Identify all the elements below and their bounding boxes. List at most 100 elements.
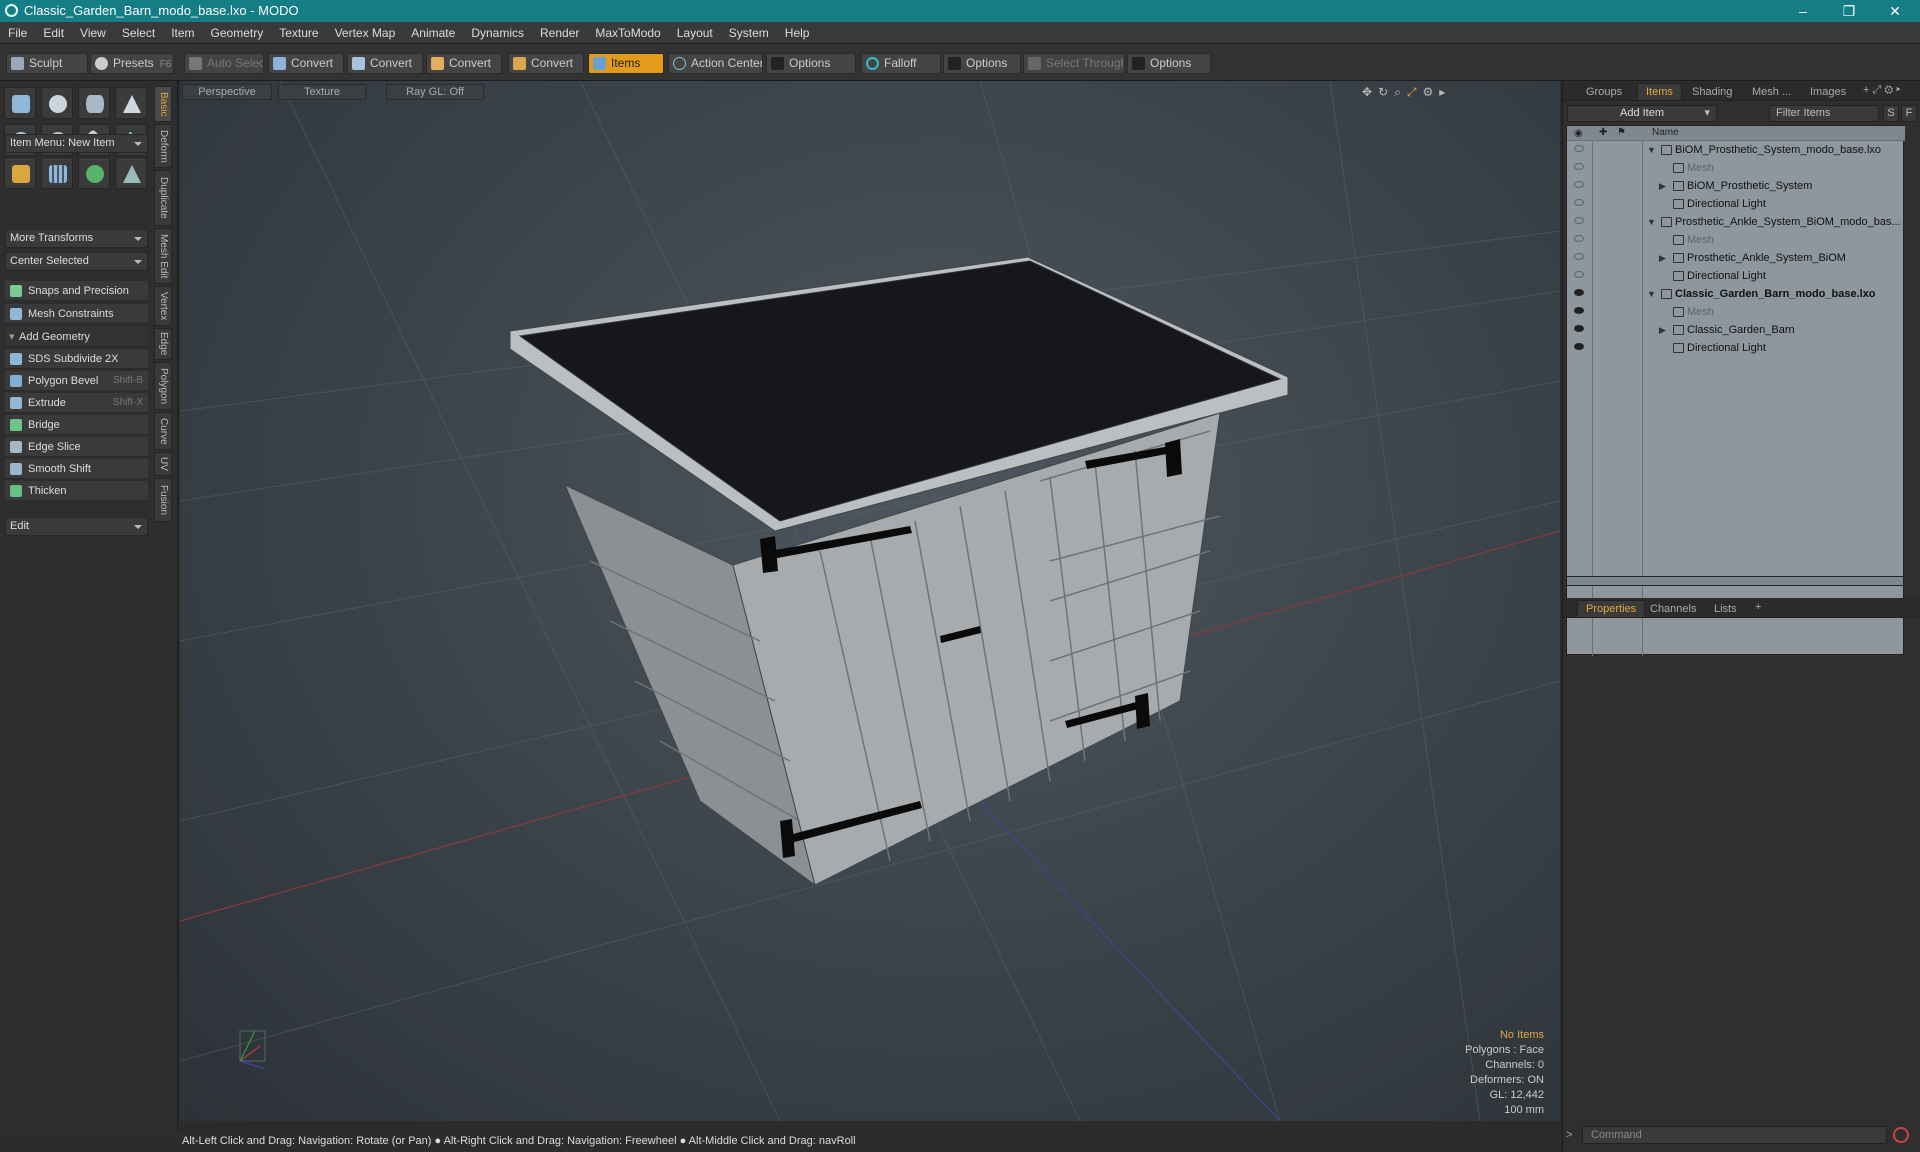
item-row[interactable]: ▼ Prosthetic_Ankle_System_BiOM_modo_bas..… (1567, 213, 1905, 231)
menu-file[interactable]: File (0, 22, 35, 44)
item-row[interactable]: ▶ Prosthetic_Ankle_System_BiOM (1567, 249, 1905, 267)
mesh-constraints-button[interactable]: Mesh Constraints (5, 304, 148, 324)
close-button[interactable]: ✕ (1872, 0, 1918, 22)
tool-polygon-bevel[interactable]: Polygon Bevel Shift-B (5, 371, 148, 391)
lock-column-icon[interactable]: ✚ (1599, 127, 1607, 138)
options-button-1[interactable]: Options (766, 53, 856, 74)
vtab-mesh-edit[interactable]: Mesh Edit (154, 228, 172, 284)
expand-toggle-icon[interactable]: ▶ (1659, 249, 1669, 267)
item-menu-dropdown[interactable]: Item Menu: New Item (5, 134, 148, 153)
tool-edge-slice[interactable]: Edge Slice (5, 437, 148, 457)
restore-button[interactable]: ❐ (1826, 0, 1872, 22)
tab-groups[interactable]: Groups (1577, 83, 1631, 100)
tab-channels[interactable]: Channels (1641, 600, 1705, 617)
filter-s-button[interactable]: S (1883, 105, 1899, 122)
menu-system[interactable]: System (721, 22, 777, 44)
vtab-duplicate[interactable]: Duplicate (154, 170, 172, 226)
menu-texture[interactable]: Texture (271, 22, 326, 44)
convert-edge-button[interactable]: Convert (347, 53, 423, 74)
tab-items[interactable]: Items (1637, 83, 1682, 100)
3d-viewport[interactable]: ✥↻⌕⤢⚙▸ (180, 81, 1560, 1121)
transform-tool-button[interactable] (4, 157, 36, 189)
item-list-scrollbar[interactable] (1566, 576, 1904, 586)
viewport-texture-tab[interactable]: Texture (278, 84, 366, 100)
add-item-button[interactable]: Add Item ▾ (1567, 105, 1717, 122)
snaps-precision-button[interactable]: Snaps and Precision (5, 281, 148, 301)
cylinder-primitive-button[interactable] (78, 87, 110, 119)
tab-properties[interactable]: Properties (1577, 600, 1646, 617)
sculpt-button[interactable]: Sculpt (6, 53, 88, 74)
visibility-eye-icon[interactable] (1574, 217, 1584, 224)
item-row[interactable]: ▼ Classic_Garden_Barn_modo_base.lxo (1567, 285, 1905, 303)
convert-polygon-button[interactable]: Convert (426, 53, 502, 74)
viewport-perspective-tab[interactable]: Perspective (182, 84, 272, 100)
menu-render[interactable]: Render (532, 22, 587, 44)
filter-items-input[interactable]: Filter Items (1769, 105, 1879, 122)
tool-extrude[interactable]: Extrude Shift-X (5, 393, 148, 413)
item-row[interactable]: Directional Light (1567, 339, 1905, 357)
menu-vertex-map[interactable]: Vertex Map (327, 22, 404, 44)
tab-lists[interactable]: Lists (1705, 600, 1746, 617)
options-button-2[interactable]: Options (943, 53, 1021, 74)
vtab-uv[interactable]: UV (154, 452, 172, 476)
item-row[interactable]: Mesh (1567, 303, 1905, 321)
action-center-button[interactable]: Action Center (668, 53, 763, 74)
center-selected-dropdown[interactable]: Center Selected (5, 252, 148, 271)
menu-help[interactable]: Help (777, 22, 818, 44)
settings-icon[interactable]: ⚙ (1422, 85, 1439, 99)
vtab-vertex[interactable]: Vertex (154, 286, 172, 326)
menu-maxtomodo[interactable]: MaxToModo (587, 22, 668, 44)
vtab-edge[interactable]: Edge (154, 328, 172, 360)
viewport-raygl-tab[interactable]: Ray GL: Off (386, 84, 484, 100)
options-checkbox-2[interactable] (948, 57, 961, 70)
expand-toggle-icon[interactable]: ▼ (1647, 285, 1657, 303)
tab-images[interactable]: Images (1801, 83, 1855, 100)
expand-toggle-icon[interactable]: ▼ (1647, 141, 1657, 159)
visibility-eye-icon[interactable] (1574, 289, 1584, 296)
visibility-eye-icon[interactable] (1574, 253, 1584, 260)
expand-toggle-icon[interactable]: ▶ (1659, 177, 1669, 195)
rotate-icon[interactable]: ↻ (1378, 85, 1394, 99)
item-row[interactable]: Directional Light (1567, 195, 1905, 213)
tool-sds-subdivide[interactable]: SDS Subdivide 2X (5, 349, 148, 369)
fit-icon[interactable]: ⤢ (1407, 85, 1423, 99)
item-row[interactable]: ▶ Classic_Garden_Barn (1567, 321, 1905, 339)
convert-item-button[interactable]: Convert (508, 53, 584, 74)
add-tab-icon[interactable]: + ⤢ ⚙ ▸ (1863, 84, 1901, 97)
zoom-icon[interactable]: ⌕ (1394, 85, 1407, 99)
tool-thicken[interactable]: Thicken (5, 481, 148, 501)
item-row[interactable]: Mesh (1567, 231, 1905, 249)
expand-arrow-icon[interactable]: ▸ (1439, 85, 1451, 99)
presets-button[interactable]: Presets F6 (90, 53, 174, 74)
grid-tool-button[interactable] (41, 157, 73, 189)
options-checkbox-1[interactable] (771, 57, 784, 70)
expand-toggle-icon[interactable]: ▶ (1659, 321, 1669, 339)
visibility-eye-icon[interactable] (1574, 307, 1584, 314)
options-checkbox-3[interactable] (1132, 57, 1145, 70)
command-input[interactable]: Command (1582, 1126, 1887, 1144)
visibility-eye-icon[interactable] (1574, 271, 1584, 278)
menu-animate[interactable]: Animate (403, 22, 463, 44)
visibility-eye-icon[interactable] (1574, 199, 1584, 206)
item-row[interactable]: Directional Light (1567, 267, 1905, 285)
name-column-header[interactable]: Name (1652, 127, 1679, 138)
expand-toggle-icon[interactable]: ▼ (1647, 213, 1657, 231)
menu-view[interactable]: View (72, 22, 114, 44)
pan-icon[interactable]: ✥ (1362, 85, 1378, 99)
cube-primitive-button[interactable] (4, 87, 36, 119)
tool-bridge[interactable]: Bridge (5, 415, 148, 435)
minimize-button[interactable]: – (1780, 0, 1826, 22)
visibility-eye-icon[interactable] (1574, 145, 1584, 152)
render-column-icon[interactable]: ⚑ (1617, 127, 1626, 138)
filter-f-button[interactable]: F (1901, 105, 1917, 122)
menu-select[interactable]: Select (114, 22, 163, 44)
more-transforms-dropdown[interactable]: More Transforms (5, 229, 148, 248)
pyramid-tool-button[interactable] (115, 157, 147, 189)
visibility-eye-icon[interactable] (1574, 235, 1584, 242)
edit-dropdown[interactable]: Edit (5, 517, 148, 536)
vtab-curve[interactable]: Curve (154, 412, 172, 450)
menu-layout[interactable]: Layout (669, 22, 721, 44)
falloff-button[interactable]: Falloff (861, 53, 941, 74)
menu-item[interactable]: Item (163, 22, 202, 44)
item-row[interactable]: ▼ BiOM_Prosthetic_System_modo_base.lxo (1567, 141, 1905, 159)
